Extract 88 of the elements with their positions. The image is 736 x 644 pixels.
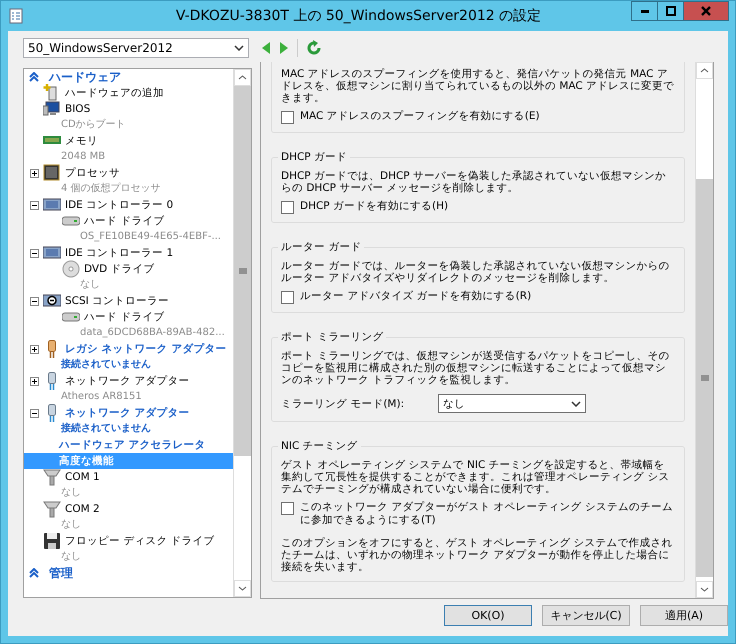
minimize-icon — [640, 10, 648, 12]
item-detail: 4 個の仮想プロセッサ — [60, 182, 162, 196]
checkbox-label[interactable]: MAC アドレスのスプーフィングを有効にする(E) — [300, 110, 540, 123]
group-title: DHCP ガード — [278, 150, 350, 164]
item-detail: CDからブート — [60, 118, 127, 132]
description-text: ポート ミラーリングでは、仮想マシンが送受信するパケットをコピーし、そのコピーを監視用に構成された別の仮想マシンに転送することによって仮想マシンのネットワーク トラフィックを監視します。 — [281, 350, 670, 386]
collapse-icon[interactable] — [30, 200, 38, 210]
vm-select[interactable]: 50_WindowsServer2012 — [23, 38, 249, 58]
tree-item[interactable]: IDE コントローラー 0 — [24, 197, 233, 213]
tree-item[interactable]: BIOS — [24, 101, 233, 117]
expand-icon[interactable] — [30, 168, 38, 178]
item-detail: 接続されていません — [60, 358, 152, 372]
network-plug-icon — [48, 340, 56, 358]
processor-icon — [43, 164, 61, 182]
grip-icon — [238, 268, 246, 274]
tree-item[interactable]: プロセッサ — [24, 165, 233, 181]
group-title: ポート ミラーリング — [278, 330, 386, 344]
checkbox-label[interactable]: このネットワーク アダプターがゲスト オペレーティング システムのチームに参加できるようにする(T) — [300, 501, 675, 527]
scrollbar[interactable] — [233, 69, 251, 597]
tree-item[interactable]: COM 2 — [24, 501, 233, 517]
dialog-button[interactable]: OK(O) — [444, 605, 532, 626]
tree-item[interactable]: ネットワーク アダプター — [24, 405, 233, 421]
item-detail: 接続されていません — [60, 422, 152, 436]
section-header[interactable]: ハードウェア — [24, 69, 233, 85]
network-plug-icon — [48, 372, 56, 390]
scroll-up-icon[interactable] — [238, 75, 247, 80]
scroll-up-icon[interactable] — [700, 68, 709, 73]
dialog-button[interactable]: 適用(A) — [640, 605, 728, 626]
item-detail: data_6DCD68BA-89AB-482... — [79, 326, 226, 340]
field-label: ミラーリング モード(M): — [281, 396, 406, 410]
item-detail: なし — [60, 518, 82, 532]
caret-icon — [234, 45, 244, 51]
disc-icon — [62, 260, 80, 278]
network-plug-icon — [48, 404, 56, 422]
checkbox-label[interactable]: ルーター アドバタイズ ガードを有効にする(R) — [300, 290, 532, 303]
settings-document-icon — [7, 7, 25, 25]
checkbox[interactable] — [281, 291, 294, 304]
description-text: MAC アドレスのスプーフィングを使用すると、発信パケットの発信元 MAC アドレスを、仮想マシンに割り当てられているもの以外の MAC アドレスに変更できます。 — [281, 68, 675, 104]
checkbox[interactable] — [281, 111, 294, 124]
section-header[interactable]: 管理 — [24, 565, 233, 581]
checkbox-label[interactable]: DHCP ガードを有効にする(H) — [300, 200, 448, 213]
item-detail: OS_FE10BE49-4E65-4EBF-... — [79, 230, 222, 244]
item-detail: なし — [79, 278, 101, 292]
tree-item[interactable]: フロッピー ディスク ドライブ — [24, 533, 233, 549]
scrollbar[interactable] — [695, 62, 713, 598]
group-title: NIC チーミング — [278, 439, 361, 453]
checkbox[interactable] — [281, 201, 294, 214]
description-text: ゲスト オペレーティング システムで NIC チーミングを設定すると、帯域幅を集約して冗長性を提供することができます。これは管理オペレーティング システムでチーミングが構成されていない場合に便利です。 — [281, 459, 670, 495]
close-icon — [701, 6, 711, 16]
refresh-icon[interactable] — [306, 40, 322, 56]
computer-icon — [43, 100, 61, 118]
tree-item[interactable]: ハードウェア アクセラレータ — [24, 437, 233, 453]
grip-icon — [700, 375, 708, 381]
item-detail: なし — [60, 486, 82, 500]
tree-item[interactable]: ハードウェアの追加 — [24, 85, 233, 101]
scroll-down-icon[interactable] — [700, 587, 709, 592]
tree-item[interactable]: メモリ — [24, 133, 233, 149]
tree-item[interactable]: COM 1 — [24, 469, 233, 485]
close-button[interactable] — [683, 1, 729, 21]
tree-item[interactable]: ネットワーク アダプター — [24, 373, 233, 389]
item-detail: なし — [60, 550, 82, 564]
item-detail: Atheros AR8151 — [60, 390, 143, 404]
collapse-icon[interactable] — [30, 408, 38, 418]
tree-item[interactable]: ハード ドライブ — [24, 213, 233, 229]
collapse-icon[interactable] — [30, 296, 38, 306]
collapse-icon[interactable] — [30, 248, 38, 258]
checkbox[interactable] — [281, 502, 294, 515]
minimize-button[interactable] — [631, 1, 658, 21]
maximize-button[interactable] — [657, 1, 684, 21]
tree-item[interactable]: DVD ドライブ — [24, 261, 233, 277]
item-detail: 2048 MB — [60, 150, 106, 164]
serial-port-icon — [43, 468, 61, 486]
tree-item[interactable]: SCSI コントローラー — [24, 293, 233, 309]
group-title: ルーター ガード — [278, 240, 364, 254]
dialog-button[interactable]: キャンセル(C) — [542, 605, 630, 626]
tree-item[interactable]: レガシ ネットワーク アダプター — [24, 341, 233, 357]
description-text: DHCP ガードでは、DHCP サーバーを偽装した承認されていない仮想マシンからの DHCP サーバー メッセージを削除します。 — [281, 170, 667, 194]
description-text: ルーター ガードでは、ルーターを偽装した承認されていない仮想マシンからのルーター アドバタイズやリダイレクトのメッセージを削除します。 — [281, 260, 670, 284]
tree-item[interactable]: ハード ドライブ — [24, 309, 233, 325]
note-text: このオプションをオフにすると、ゲスト オペレーティング システムで作成されたチームは、いずれかの物理ネットワーク アダプターが動作を停止した場合に接続を失います。 — [281, 537, 674, 573]
serial-port-icon — [43, 500, 61, 518]
tree-item[interactable]: IDE コントローラー 1 — [24, 245, 233, 261]
expand-icon[interactable] — [30, 376, 38, 386]
expand-icon[interactable] — [30, 344, 38, 354]
scroll-down-icon[interactable] — [238, 586, 247, 591]
mirroring-mode-select[interactable]: なし — [438, 394, 586, 413]
maximize-icon — [666, 6, 676, 16]
window-title: V-DKOZU-3830T 上の 50_WindowsServer2012 の設定 — [174, 7, 542, 25]
